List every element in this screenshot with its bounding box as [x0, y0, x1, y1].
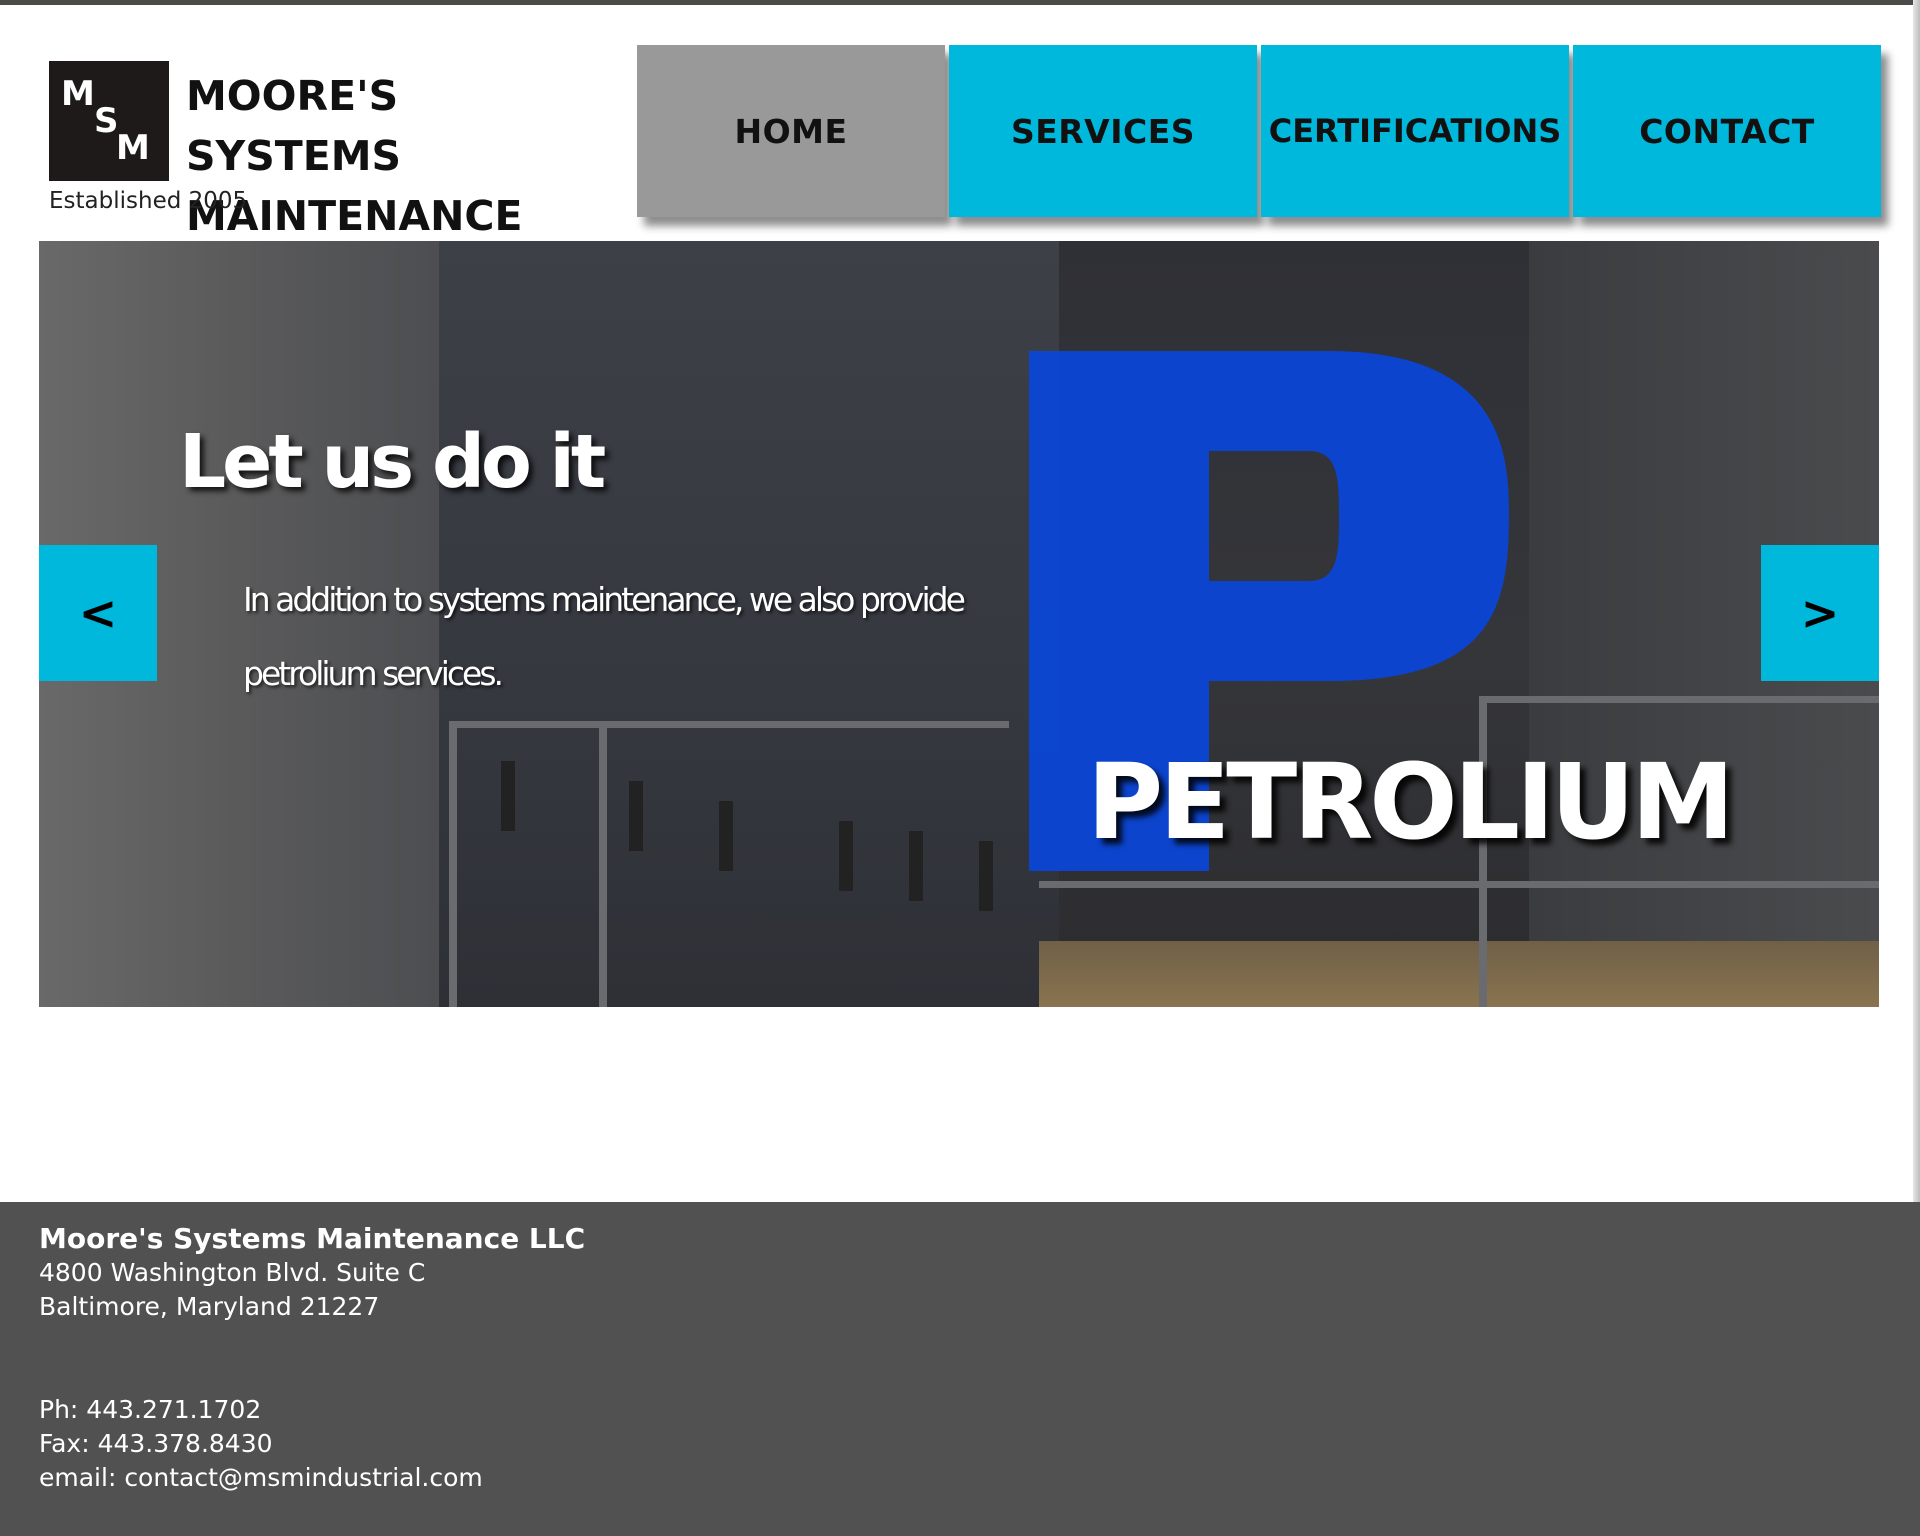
nav-certifications[interactable]: CERTIFICATIONS: [1261, 45, 1569, 217]
footer-phone: Ph: 443.271.1702: [39, 1395, 262, 1424]
footer: Moore's Systems Maintenance LLC 4800 Was…: [0, 1202, 1920, 1536]
footer-email[interactable]: email: contact@msmindustrial.com: [39, 1463, 483, 1492]
chevron-right-icon: >: [1800, 586, 1840, 640]
footer-address-line1: 4800 Washington Blvd. Suite C: [39, 1258, 426, 1287]
footer-address-line2: Baltimore, Maryland 21227: [39, 1292, 380, 1321]
top-border: [0, 0, 1920, 5]
bracket: [719, 801, 733, 871]
hero-subtitle-line2: petrolium services.: [243, 654, 504, 693]
hero-slider: Let us do it In addition to systems main…: [39, 241, 1879, 1007]
page: M S M MOORE'S SYSTEMS MAINTENANCE LLC Es…: [0, 0, 1920, 1536]
main-nav: HOME SERVICES CERTIFICATIONS CONTACT: [637, 45, 1881, 217]
logo-letter-s: S: [94, 101, 119, 141]
nav-contact[interactable]: CONTACT: [1573, 45, 1881, 217]
slider-prev-button[interactable]: <: [39, 545, 157, 681]
hero-title: Let us do it: [179, 419, 606, 505]
railing-post: [599, 721, 607, 1007]
footer-fax: Fax: 443.378.8430: [39, 1429, 273, 1458]
bracket: [839, 821, 853, 891]
page-edge-shadow: [1913, 0, 1920, 1202]
bracket: [979, 841, 993, 911]
company-name-line1: MOORE'S SYSTEMS: [186, 72, 402, 180]
chevron-left-icon: <: [78, 586, 118, 640]
bracket: [629, 781, 643, 851]
logo-letter-m: M: [116, 128, 150, 168]
established-tagline: Established 2005: [49, 188, 248, 214]
footer-company-name: Moore's Systems Maintenance LLC: [39, 1222, 586, 1255]
nav-home[interactable]: HOME: [637, 45, 945, 217]
railing: [449, 721, 1009, 728]
logo-letter-m: M: [61, 74, 95, 114]
big-p-graphic: [1029, 351, 1649, 981]
bracket: [501, 761, 515, 831]
petrolium-label: PETROLIUM: [1087, 741, 1735, 863]
bracket: [909, 831, 923, 901]
railing-post: [449, 721, 457, 1007]
nav-services[interactable]: SERVICES: [949, 45, 1257, 217]
msm-logo[interactable]: M S M: [49, 61, 169, 181]
slider-next-button[interactable]: >: [1761, 545, 1879, 681]
hero-subtitle-line1: In addition to systems maintenance, we a…: [243, 580, 966, 619]
hero-subtitle: In addition to systems maintenance, we a…: [243, 563, 1003, 711]
